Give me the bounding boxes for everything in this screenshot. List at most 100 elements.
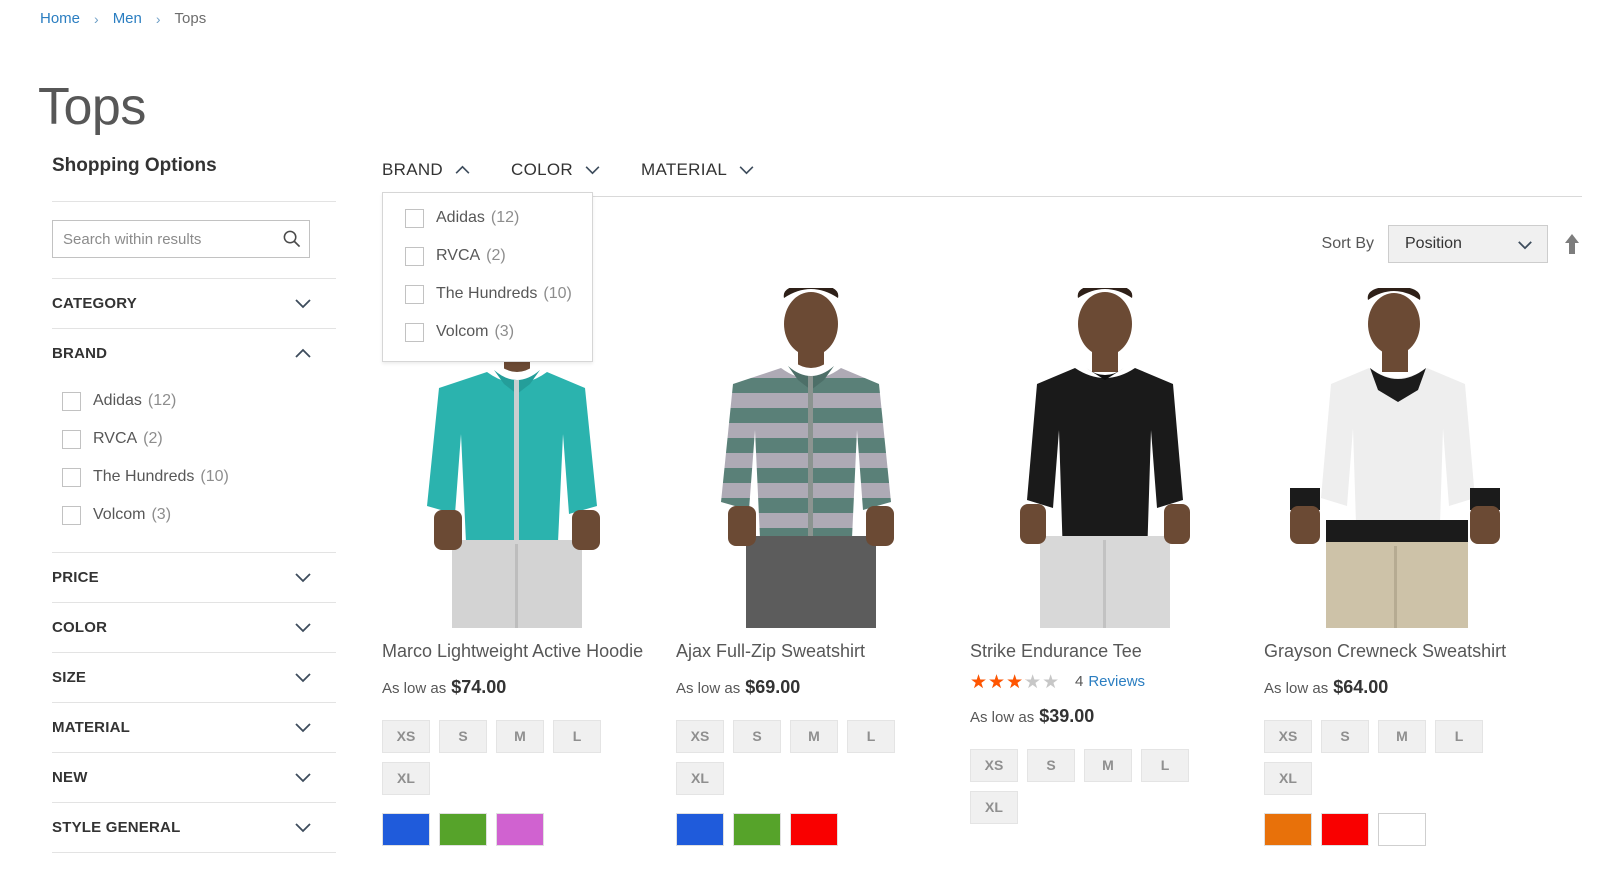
color-swatch[interactable] xyxy=(382,812,430,846)
sidebar-filter-new-header[interactable]: NEW xyxy=(52,753,336,802)
sidebar-filter-label: PRICE xyxy=(52,569,99,586)
chevron-up-icon xyxy=(295,348,311,358)
sidebar-brand-option-rvca[interactable]: RVCA (2) xyxy=(52,420,336,458)
sidebar-filter-material: MATERIAL xyxy=(52,703,336,752)
checkbox[interactable] xyxy=(62,429,81,449)
hfilter-color[interactable]: COLOR xyxy=(511,160,601,180)
breadcrumb-separator-icon: › xyxy=(94,10,99,27)
size-option-m[interactable]: M xyxy=(790,719,838,753)
product-grid: Marco Lightweight Active Hoodie As low a… xyxy=(382,288,1597,846)
product-image[interactable] xyxy=(970,288,1240,628)
size-option-xl[interactable]: XL xyxy=(1264,761,1312,795)
color-swatch[interactable] xyxy=(439,812,487,846)
product-name[interactable]: Strike Endurance Tee xyxy=(970,640,1264,663)
checkbox[interactable] xyxy=(62,467,81,487)
dropdown-option-rvca[interactable]: RVCA (2) xyxy=(383,237,592,275)
stars-filled: ★★★★★ xyxy=(970,672,1026,691)
color-swatch[interactable] xyxy=(733,812,781,846)
checkbox[interactable] xyxy=(62,505,81,525)
chevron-down-icon xyxy=(295,773,311,783)
size-option-xs[interactable]: XS xyxy=(970,748,1018,782)
checkbox[interactable] xyxy=(405,208,424,228)
size-option-l[interactable]: L xyxy=(1141,748,1189,782)
hfilter-label: MATERIAL xyxy=(640,160,728,179)
search-input[interactable] xyxy=(52,220,310,258)
sidebar-filter-style-general-header[interactable]: STYLE GENERAL xyxy=(52,803,336,852)
sidebar-filter-size-header[interactable]: SIZE xyxy=(52,653,336,702)
sort-by-select[interactable]: Position xyxy=(1388,225,1548,263)
product-price: As low as $64.00 xyxy=(1264,677,1558,698)
chevron-up-icon xyxy=(455,165,470,174)
size-option-m[interactable]: M xyxy=(1084,748,1132,782)
color-swatch[interactable] xyxy=(790,812,838,846)
size-option-s[interactable]: S xyxy=(1321,719,1369,753)
option-count: (2) xyxy=(486,247,506,264)
breadcrumb: Home › Men › Tops xyxy=(40,10,206,27)
color-swatches xyxy=(1264,812,1558,846)
option-count: (3) xyxy=(151,506,172,523)
color-swatch[interactable] xyxy=(496,812,544,846)
product-image[interactable] xyxy=(676,288,946,628)
sidebar-filter-material-header[interactable]: MATERIAL xyxy=(52,703,336,752)
hfilter-brand[interactable]: BRAND xyxy=(382,160,471,180)
size-option-xs[interactable]: XS xyxy=(382,719,430,753)
size-option-xl[interactable]: XL xyxy=(676,761,724,795)
size-option-xs[interactable]: XS xyxy=(1264,719,1312,753)
dropdown-option-adidas[interactable]: Adidas (12) xyxy=(383,199,592,237)
checkbox[interactable] xyxy=(405,246,424,266)
price-prefix: As low as xyxy=(1264,679,1329,697)
size-option-xs[interactable]: XS xyxy=(676,719,724,753)
sidebar-brand-option-volcom[interactable]: Volcom (3) xyxy=(52,496,336,534)
color-swatch[interactable] xyxy=(1378,812,1426,846)
product-name[interactable]: Marco Lightweight Active Hoodie xyxy=(382,640,676,663)
option-label: RVCA xyxy=(93,430,138,447)
chevron-down-icon xyxy=(739,166,754,175)
checkbox[interactable] xyxy=(405,284,424,304)
dropdown-option-the-hundreds[interactable]: The Hundreds (10) xyxy=(383,275,592,313)
chevron-down-icon xyxy=(295,723,311,733)
size-option-s[interactable]: S xyxy=(733,719,781,753)
size-option-m[interactable]: M xyxy=(496,719,544,753)
hfilter-material[interactable]: MATERIAL xyxy=(641,160,755,180)
size-option-xl[interactable]: XL xyxy=(382,761,430,795)
product-name[interactable]: Ajax Full-Zip Sweatshirt xyxy=(676,640,970,663)
color-swatch[interactable] xyxy=(676,812,724,846)
size-option-m[interactable]: M xyxy=(1378,719,1426,753)
option-count: (3) xyxy=(494,323,515,340)
product-rating: ★★★★★ ★★★★★ 4 Reviews xyxy=(970,672,1264,692)
option-label: Adidas xyxy=(436,209,485,226)
sidebar-filter-size: SIZE xyxy=(52,653,336,702)
product-card: Strike Endurance Tee ★★★★★ ★★★★★ 4 Revie… xyxy=(970,288,1264,846)
sidebar-filter-label: CATEGORY xyxy=(52,295,137,312)
size-option-l[interactable]: L xyxy=(553,719,601,753)
sidebar-filter-color-header[interactable]: COLOR xyxy=(52,603,336,652)
checkbox[interactable] xyxy=(62,391,81,411)
dropdown-option-volcom[interactable]: Volcom (3) xyxy=(383,313,592,351)
sidebar-filter-brand-header[interactable]: BRAND xyxy=(52,329,336,378)
chevron-down-icon xyxy=(295,673,311,683)
sidebar-filter-price-header[interactable]: PRICE xyxy=(52,553,336,602)
breadcrumb-item-home[interactable]: Home xyxy=(40,10,80,27)
breadcrumb-item-men[interactable]: Men xyxy=(113,10,142,27)
star-rating-icon: ★★★★★ ★★★★★ xyxy=(970,672,1063,691)
sidebar-filter-category-header[interactable]: CATEGORY xyxy=(52,279,336,328)
price-prefix: As low as xyxy=(676,679,741,697)
sort-direction-ascending-icon[interactable] xyxy=(1562,232,1582,256)
product-name[interactable]: Grayson Crewneck Sweatshirt xyxy=(1264,640,1558,663)
price-amount: $69.00 xyxy=(745,676,801,697)
size-option-xl[interactable]: XL xyxy=(970,790,1018,824)
product-image[interactable] xyxy=(1264,288,1534,628)
chevron-down-icon xyxy=(295,823,311,833)
size-option-s[interactable]: S xyxy=(439,719,487,753)
color-swatch[interactable] xyxy=(1321,812,1369,846)
reviews-link[interactable]: Reviews xyxy=(1088,673,1145,690)
size-option-l[interactable]: L xyxy=(1435,719,1483,753)
size-option-s[interactable]: S xyxy=(1027,748,1075,782)
sidebar-brand-option-adidas[interactable]: Adidas (12) xyxy=(52,382,336,420)
chevron-down-icon xyxy=(295,573,311,583)
sidebar-brand-option-the-hundreds[interactable]: The Hundreds (10) xyxy=(52,458,336,496)
checkbox[interactable] xyxy=(405,322,424,342)
option-count: (12) xyxy=(490,209,520,226)
size-option-l[interactable]: L xyxy=(847,719,895,753)
color-swatch[interactable] xyxy=(1264,812,1312,846)
